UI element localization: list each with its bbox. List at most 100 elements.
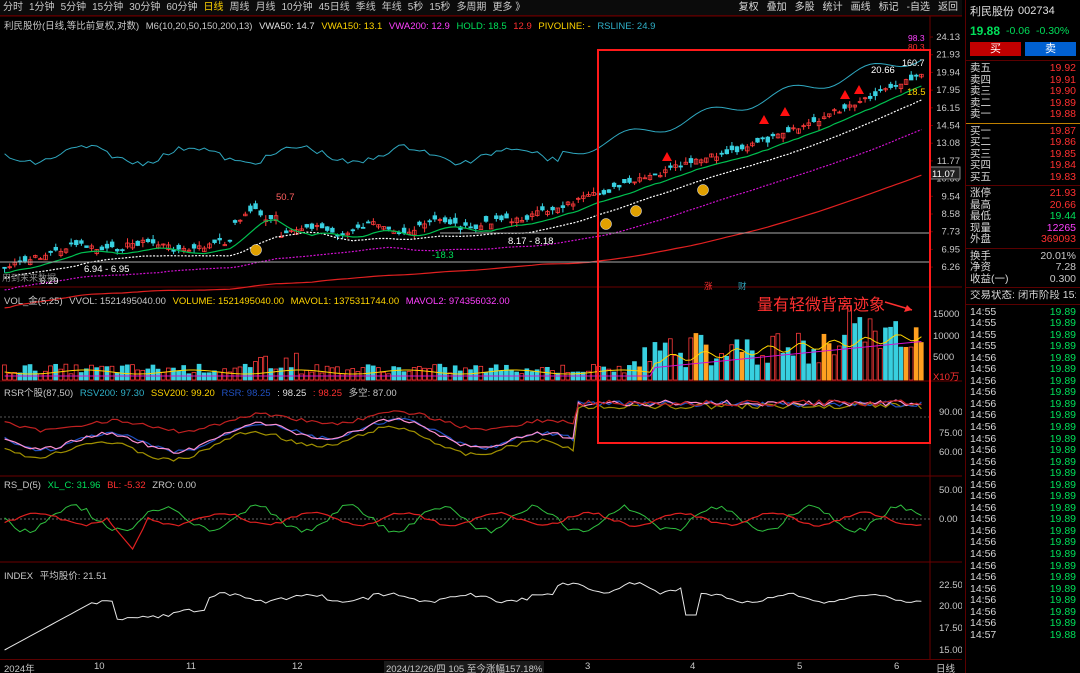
candle-body [540, 206, 545, 211]
candle-body [330, 227, 335, 233]
tick-price: 19.89 [1049, 444, 1076, 457]
volume-bar [58, 368, 64, 381]
volume-bar [365, 364, 371, 381]
volume-bar [627, 365, 632, 381]
rsd-legend: RS_D(5) XL_C: 31.96 BL: -5.32 ZRO: 0.00 [4, 480, 200, 491]
quote-row: 外盘 369093 [966, 233, 1080, 246]
volume-bar [135, 369, 140, 381]
candle-body [622, 179, 627, 184]
candle-body [483, 216, 489, 222]
index-axis-label: 17.50 [939, 623, 962, 634]
volume-bar [396, 367, 402, 381]
quote-label: 涨停 [970, 187, 991, 199]
ma-params: M6(10,20,50,150,200,13) [145, 21, 253, 32]
cursor-info: 2024/12/26/四 105 至今涨幅157.18% [384, 661, 545, 673]
red-triangle-icon [780, 107, 790, 116]
candle-body [145, 238, 151, 242]
quote-label: 卖一 [970, 108, 991, 120]
candle-body [401, 227, 407, 234]
candle-body [309, 223, 315, 229]
candle-body [38, 258, 43, 261]
candle-body [319, 223, 325, 229]
index-avg: 平均股价: 21.51 [39, 571, 107, 582]
candle-body [79, 240, 84, 244]
ma-line-magenta [4, 129, 922, 291]
quote-label: 买四 [970, 159, 991, 171]
quote-label: 收益(一) [970, 272, 1009, 285]
candle-body [668, 165, 673, 168]
main-chart-legend: 利民股份(日线,等比前复权,对数) M6(10,20,50,150,200,13… [4, 18, 659, 32]
volume-bar [340, 373, 345, 381]
price-tick-label: 9.54 [942, 191, 961, 202]
candle-body [99, 246, 105, 251]
volume-bar [816, 362, 822, 381]
candle-body [719, 152, 724, 155]
candle-body [765, 136, 770, 143]
volume-bar [775, 333, 781, 381]
sell-button[interactable]: 卖 [1025, 42, 1076, 56]
rsr-name: RSR个股(87,50) [4, 388, 74, 399]
price-change-pct: -0.30% [1035, 25, 1070, 37]
candle-body [617, 184, 622, 188]
rsr-v3: : 98.25 [312, 388, 342, 399]
tick-price: 19.89 [1049, 340, 1076, 353]
volume-bar [196, 363, 202, 381]
candle-body [253, 203, 258, 210]
price-tick-label: 7.73 [942, 227, 961, 238]
volume-bar [872, 330, 878, 381]
month-label: 6 [894, 661, 900, 672]
price-tag-label: 11.07 [932, 169, 955, 180]
red-triangle-icon [662, 152, 672, 161]
quote-panel: 利民股份 002734 19.88 -0.06 -0.30% 买 卖 卖五 19.… [965, 0, 1080, 673]
candle-body [739, 144, 745, 150]
highlight-box [597, 49, 931, 444]
volume-bar [288, 367, 294, 381]
month-label: 12 [292, 661, 303, 672]
stock-chart-canvas[interactable]: 24.13 21.93 19.94 17.95 16.15 14.54 13.08 11.77… [0, 0, 962, 659]
volume-bar [770, 335, 776, 381]
candle-body [355, 224, 361, 228]
finance-tag: 财 [738, 281, 747, 291]
candle-body [248, 205, 253, 212]
bid-book: 买一 19.87 买二 19.86 买三 19.85 买四 19.84 买五 19.83 [966, 125, 1080, 184]
tick-list[interactable]: 14:55 19.89 14:55 19.89 14:55 19.89 14:55 19.89… [966, 306, 1080, 642]
candle-body [888, 83, 893, 88]
hold-label: 18.5 [907, 87, 926, 98]
tick-row: 14:56 19.89 [966, 548, 1080, 561]
volume-axis-label: 10000 [933, 331, 959, 342]
buy-button[interactable]: 买 [970, 42, 1021, 56]
tick-row: 14:56 19.89 [966, 420, 1080, 434]
volume-bar [488, 367, 494, 381]
volume-bar [821, 333, 827, 381]
volume-bar [278, 367, 284, 381]
price-tick-label: 6.95 [942, 244, 961, 255]
rsr-axis-label: 60.00 [939, 447, 962, 458]
volume-bar [457, 370, 463, 381]
quote-row: 涨停 21.93 [966, 187, 1080, 200]
month-label: 5 [797, 661, 803, 672]
candle-body [755, 137, 760, 143]
volume-bar [903, 346, 909, 381]
tick-price: 19.89 [1049, 317, 1076, 330]
stock-code: 002734 [1018, 5, 1055, 17]
stock-header: 利民股份 002734 [966, 0, 1080, 22]
volume-bar [796, 332, 801, 381]
price-summary: 19.88 -0.06 -0.30% [966, 22, 1080, 40]
candle-body [120, 249, 125, 252]
volume-bar [780, 352, 786, 381]
pivot-marker-icon [600, 218, 612, 230]
quote-value: 19.86 [1049, 136, 1076, 148]
red-triangle-icon [840, 90, 850, 99]
index-line [4, 582, 922, 651]
volume-bar [519, 373, 525, 381]
candle-body [453, 217, 458, 224]
candle-body [417, 221, 422, 226]
candle-body [601, 190, 607, 195]
volume-bar [299, 373, 304, 381]
trade-buttons: 买 卖 [966, 40, 1080, 58]
price-tick-label: 11.77 [937, 156, 960, 167]
volume-bar [253, 361, 258, 381]
tick-time: 14:56 [970, 420, 997, 433]
volume-bar [888, 326, 893, 381]
volume-bar [329, 367, 335, 381]
